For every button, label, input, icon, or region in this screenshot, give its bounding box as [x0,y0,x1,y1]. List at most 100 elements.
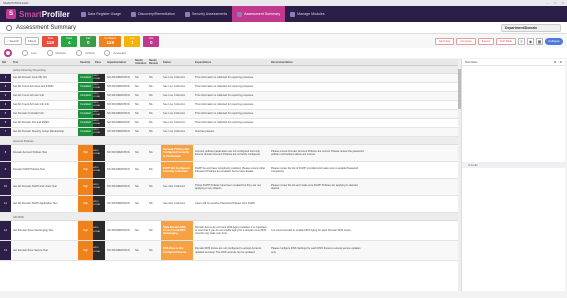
expectations-cell: These FGPP Policies have been created bu… [195,183,261,190]
compare-button[interactable]: Compare [456,37,476,45]
nav-label: Assessment Summary [244,12,281,16]
needs-review-cell: NA [149,121,153,125]
column-header[interactable]: Implementation [105,61,133,64]
row-id: 4 [0,101,11,109]
needs-attention-cell: NA [135,94,139,98]
test-name: Get AD Count Ad User Info Info [13,103,50,107]
stat-fail[interactable]: Fail 0 [80,35,97,47]
brand-logo-icon: S [6,9,16,19]
table-row[interactable]: 10 Get AD Domain FGPP And Users Test High G… [0,179,458,196]
table-row[interactable]: 7 Get AD Domain Security Group Membership… [0,128,458,137]
stat-not-rated[interactable]: Not Rated 119 [99,35,122,47]
severity-badge: Compliant [78,119,93,127]
table-row[interactable]: 2 Get AD Count Ad Users and FSMO Compliant… [0,83,458,92]
close-icon[interactable]: × [562,1,564,5]
needs-attention-cell: NA [135,76,139,80]
column-header[interactable]: Status [161,61,193,64]
stat-total[interactable]: Total 119 [42,35,59,47]
register-icon [80,11,86,17]
stat-info[interactable]: Info 0 [143,35,160,47]
test-name: Get Domain Zone Scavenging Test [13,228,54,232]
search-icon: ⌕ [7,39,9,43]
collapse-button[interactable]: Collapse [545,37,563,45]
pass-cell: GPO/ LOCAL [93,179,105,195]
severity-badge: High [78,145,93,161]
close-icon[interactable]: ⊗ [559,60,562,64]
table-header: Ref Test Severity Pass Implementation Ne… [0,59,458,66]
export-button[interactable]: Export [477,37,495,45]
nav-label: Manage Modules [297,12,325,16]
table-row[interactable]: 5 Get Domain Controller Info Compliant GPO/… [0,110,458,119]
table-row[interactable]: 4 Get AD Count Ad User Info Info Compliant… [0,101,458,110]
status-cell: See Live Collection [163,112,186,116]
recommendation-cell: Please review the list and make sure FGP… [271,183,358,190]
column-header[interactable]: Pass [93,61,105,64]
refresh-icon[interactable] [4,49,12,57]
table-row[interactable]: 3 Get AD Count Ad User Info Compliant GPO/ … [0,92,458,101]
assessment-table: Ref Test Severity Pass Implementation Ne… [0,59,458,291]
add-note-button[interactable]: Add Note [434,37,455,45]
stat-pass[interactable]: Pass 4 [61,35,78,47]
nav-tab-data-register[interactable]: Data Register Usage [76,6,126,22]
grid-icon[interactable]: ▦ [536,37,543,45]
nav-tab-discovery[interactable]: Discovery/Remediation [126,6,180,22]
severity-badge: High [78,241,93,260]
severity-badge: Compliant [78,92,93,100]
pass-cell: GPO/ LOCAL [93,83,105,91]
column-header[interactable]: Ref [0,61,11,64]
brand-name: SmartProfiler [19,10,70,19]
table-row[interactable]: 1 Get AD Domain Count By OU Compliant GPO/ … [0,74,458,83]
pass-cell: GPO/ LOCAL [93,241,105,260]
column-header[interactable]: Expectations [193,61,269,64]
nav-tab-assessment-summary[interactable]: Assessment Summary [232,6,286,22]
department-select[interactable]: Department/Domain [501,23,561,32]
filters-button[interactable]: Filters [25,37,40,45]
links-label: Links [471,163,478,167]
filter-medium[interactable]: Medium [46,50,66,56]
expectations-cell: This information is collected for report… [195,85,254,89]
window-title: SMARTPROFILER [3,1,29,5]
filter-low[interactable]: Low [22,50,37,56]
filter-critical[interactable]: Critical [76,50,94,56]
table-section-header: Account Policies [0,137,458,145]
stat-low[interactable]: Low 1 [124,35,141,47]
filter-accepted[interactable]: Accepted [104,50,126,56]
minimize-icon[interactable]: – [547,1,549,5]
needs-review-cell: NA [149,202,153,206]
table-row[interactable]: 9 Domain FGPP Policies Test High GPO/ LOCAL… [0,162,458,179]
pass-cell: GPO/ LOCAL [93,101,105,109]
column-header[interactable]: Needs Review [147,59,161,65]
shield-icon[interactable]: ◈ [527,37,534,45]
settings-icon[interactable]: ⚙ [554,60,557,64]
stat-value: 119 [106,40,114,45]
status-cell: See Live Collection [163,94,186,98]
column-header[interactable]: Needs Attention [133,59,147,65]
maximize-icon[interactable]: □ [554,1,556,5]
test-name: Get AD Count Ad Users and FSMO [13,85,54,89]
list-icon[interactable]: ≡ [518,37,525,45]
pass-cell: GPO/ LOCAL [93,221,105,240]
nav-tab-security[interactable]: Security Assessments [180,6,232,22]
needs-attention-cell: NA [135,151,139,155]
column-header[interactable]: Recommendation [269,61,368,64]
links-section[interactable]: ⊙ Links [462,162,566,168]
needs-review-cell: NA [149,151,153,155]
nav-tab-manage-modules[interactable]: Manage Modules [285,6,330,22]
brand[interactable]: S SmartProfiler [0,6,76,22]
table-row[interactable]: 13 Get Domain Zone Secure Test High GPO/ LO… [0,241,458,261]
search-button[interactable]: ⌕ Search [4,37,23,45]
needs-review-cell: NA [149,228,153,232]
full-table-button[interactable]: Full Table [496,37,516,45]
brand-suffix: Profiler [41,9,70,19]
row-id: 12 [0,221,11,240]
table-row[interactable]: 6 Get AD Domain Info and FSMO Compliant GPO… [0,119,458,128]
back-icon[interactable] [6,24,12,31]
column-header[interactable]: Severity [78,61,93,64]
needs-attention-cell: NA [135,130,139,134]
expectations-cell: This information is collected for report… [195,112,254,116]
column-header[interactable]: Test [11,61,78,64]
expectations-cell: Users will not receive Password Policies… [195,202,256,206]
table-row[interactable]: 8 Domain Account Policies Test High GPO/ LO… [0,145,458,162]
table-row[interactable]: 11 Get AD Domain FGPP Application Test Hig… [0,196,458,213]
table-row[interactable]: 12 Get Domain Zone Scavenging Test High GPO… [0,221,458,241]
